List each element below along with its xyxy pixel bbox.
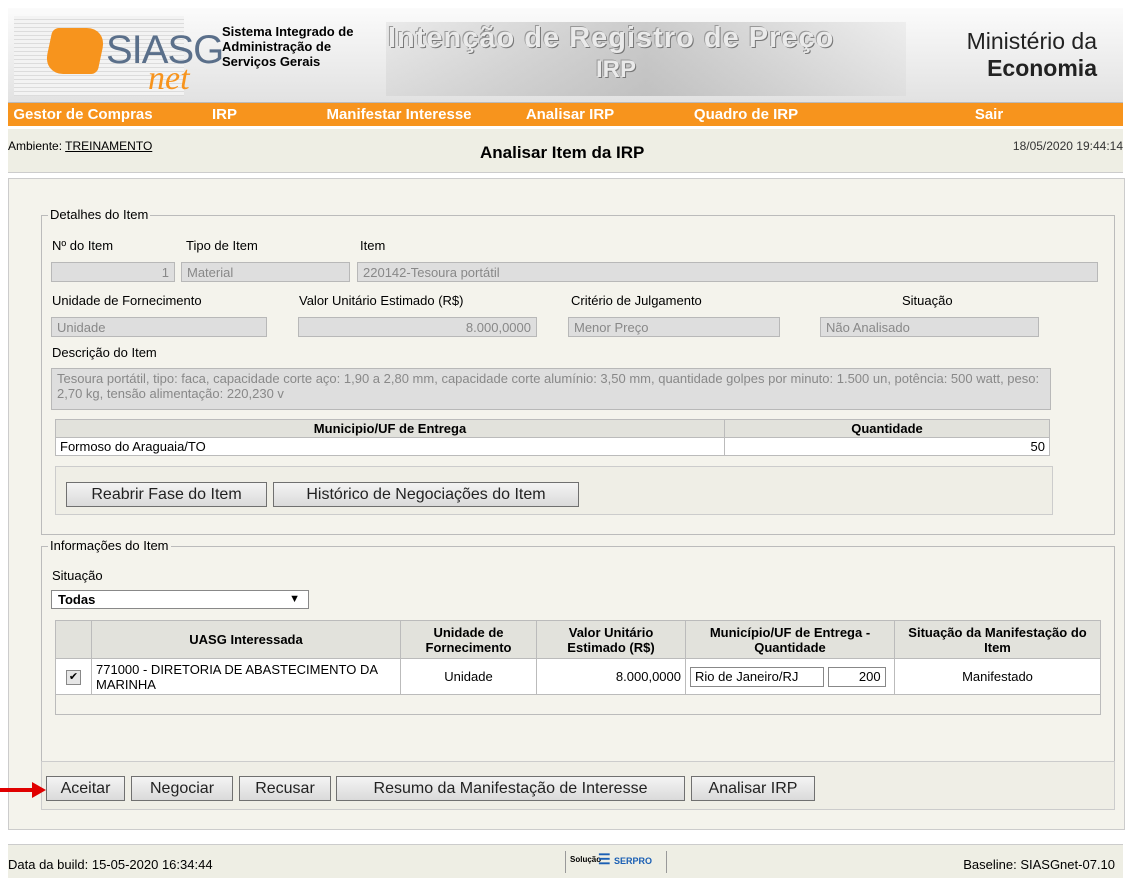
quantidade-field[interactable]: 200: [827, 666, 886, 687]
ministry-logo: Ministério da Economia: [967, 28, 1097, 82]
negociar-button[interactable]: Negociar: [131, 776, 233, 801]
menu-item-analisar-irp[interactable]: Analisar IRP: [507, 103, 633, 126]
situacao-filter-select[interactable]: Todas ▼: [51, 590, 309, 609]
system-name-line: Sistema Integrado de: [222, 24, 354, 39]
entrega-municipio-cell: Formoso do Araguaia/TO: [55, 437, 725, 456]
main-content: Detalhes do Item Nº do Item 1 Tipo de It…: [8, 178, 1125, 830]
manifestacoes-table: UASG Interessada Unidade de Fornecimento…: [55, 620, 1101, 715]
criterio-field: Menor Preço: [568, 317, 780, 337]
page-title: Analisar Item da IRP: [480, 143, 645, 162]
valor-unitario-label: Valor Unitário Estimado (R$): [299, 293, 464, 308]
detalhes-legend: Detalhes do Item: [48, 207, 151, 222]
detalhes-button-bar: Reabrir Fase do Item Histórico de Negoci…: [55, 466, 1053, 515]
valor-unitario-field: 8.000,0000: [298, 317, 537, 337]
current-datetime: 18/05/2020 19:44:14: [1012, 139, 1123, 153]
site-footer: Data da build: 15-05-2020 16:34:44 Soluç…: [8, 844, 1123, 878]
situacao-filter-value: Todas: [58, 592, 96, 607]
resumo-manifestacao-button[interactable]: Resumo da Manifestação de Interesse: [336, 776, 685, 801]
serpro-logo: Solução ☰ SERPRO: [565, 851, 667, 873]
table-empty-row: [55, 694, 1101, 715]
entrega-col-municipio: Municipio/UF de Entrega: [55, 419, 725, 438]
menu-item-gestor-compras[interactable]: Gestor de Compras: [8, 103, 158, 126]
dropdown-arrow-icon: ▼: [289, 593, 300, 605]
col-checkbox: [55, 620, 92, 659]
ambiente-label: Ambiente:: [8, 139, 66, 153]
menu-item-manifestar-interesse[interactable]: Manifestar Interesse: [291, 103, 507, 126]
info-bar: Ambiente: TREINAMENTO Analisar Item da I…: [8, 129, 1123, 173]
valor-cell: 8.000,0000: [536, 658, 686, 695]
ministry-line2: Economia: [987, 55, 1097, 81]
criterio-label: Critério de Julgamento: [571, 293, 702, 308]
aceitar-button[interactable]: Aceitar: [46, 776, 125, 801]
menu-item-quadro-irp[interactable]: Quadro de IRP: [633, 103, 859, 126]
tipo-item-field: Material: [181, 262, 350, 282]
historico-negociacoes-button[interactable]: Histórico de Negociações do Item: [273, 482, 579, 507]
situacao-field: Não Analisado: [820, 317, 1039, 337]
solucao-text: Solução: [570, 855, 602, 864]
descricao-textarea: Tesoura portátil, tipo: faca, capacidade…: [51, 368, 1051, 410]
analisar-irp-button[interactable]: Analisar IRP: [691, 776, 815, 801]
tipo-item-label: Tipo de Item: [186, 238, 258, 253]
system-name: Sistema Integrado de Administração de Se…: [222, 24, 353, 69]
siasg-logo-icon: [43, 28, 107, 74]
logo-net-text: net: [148, 60, 190, 97]
col-unidade: Unidade de Fornecimento: [400, 620, 537, 659]
recusar-button[interactable]: Recusar: [239, 776, 331, 801]
ministry-line1: Ministério da: [966, 28, 1097, 54]
col-uasg: UASG Interessada: [91, 620, 401, 659]
entrega-quantidade-cell: 50: [724, 437, 1050, 456]
unidade-fornecimento-field: Unidade: [51, 317, 267, 337]
unidade-cell: Unidade: [400, 658, 537, 695]
baseline: Baseline: SIASGnet-07.10: [963, 857, 1115, 872]
item-field: 220142-Tesoura portátil: [357, 262, 1098, 282]
numero-item-field: 1: [51, 262, 175, 282]
system-name-line: Administração de: [222, 39, 332, 54]
banner: Intenção de Registro de Preço IRP: [386, 22, 906, 96]
entrega-table: Municipio/UF de Entrega Quantidade Formo…: [55, 419, 1050, 456]
row-checkbox[interactable]: ✔: [66, 670, 81, 685]
serpro-text: SERPRO: [614, 856, 653, 866]
situacao-label: Situação: [902, 293, 953, 308]
actions-button-bar: Aceitar Negociar Recusar Resumo da Manif…: [41, 761, 1115, 810]
situacao-manifestacao-cell: Manifestado: [894, 658, 1101, 695]
item-label: Item: [360, 238, 386, 253]
table-row: Formoso do Araguaia/TO 50: [55, 437, 1050, 456]
uasg-cell: 771000 - DIRETORIA DE ABASTECIMENTO DA M…: [91, 658, 401, 695]
unidade-fornecimento-label: Unidade de Fornecimento: [52, 293, 202, 308]
site-header: SIASG net Sistema Integrado de Administr…: [8, 8, 1123, 103]
serpro-icon: ☰: [598, 851, 611, 867]
detalhes-item-fieldset: Detalhes do Item Nº do Item 1 Tipo de It…: [41, 207, 1115, 535]
numero-item-label: Nº do Item: [52, 238, 114, 253]
municipio-field[interactable]: Rio de Janeiro/RJ: [690, 666, 824, 687]
municipio-cell: Rio de Janeiro/RJ 200: [685, 658, 895, 695]
col-valor: Valor Unitário Estimado (R$): [536, 620, 686, 659]
col-situacao: Situação da Manifestação do Item: [894, 620, 1101, 659]
banner-title: Intenção de Registro de Preço: [388, 22, 835, 54]
reabrir-fase-button[interactable]: Reabrir Fase do Item: [66, 482, 267, 507]
empty-cell: [55, 694, 1101, 715]
situacao-filter-label: Situação: [52, 568, 103, 583]
entrega-col-quantidade: Quantidade: [724, 419, 1050, 438]
menu-item-sair[interactable]: Sair: [859, 103, 1119, 126]
red-arrow-icon: [0, 782, 46, 798]
ambiente: Ambiente: TREINAMENTO: [8, 139, 152, 153]
table-row: ✔ 771000 - DIRETORIA DE ABASTECIMENTO DA…: [55, 658, 1101, 695]
col-municipio: Município/UF de Entrega - Quantidade: [685, 620, 895, 659]
system-name-line: Serviços Gerais: [222, 54, 321, 69]
banner-subtitle: IRP: [596, 56, 637, 83]
row-checkbox-cell: ✔: [55, 658, 92, 695]
build-date: Data da build: 15-05-2020 16:34:44: [8, 857, 213, 872]
informacoes-item-fieldset: Informações do Item Situação Todas ▼ UAS…: [41, 538, 1115, 770]
descricao-label: Descrição do Item: [52, 345, 157, 360]
menu-item-irp[interactable]: IRP: [158, 103, 291, 126]
main-menu: Gestor de Compras IRP Manifestar Interes…: [8, 103, 1123, 126]
informacoes-legend: Informações do Item: [48, 538, 171, 553]
ambiente-link[interactable]: TREINAMENTO: [65, 139, 152, 153]
